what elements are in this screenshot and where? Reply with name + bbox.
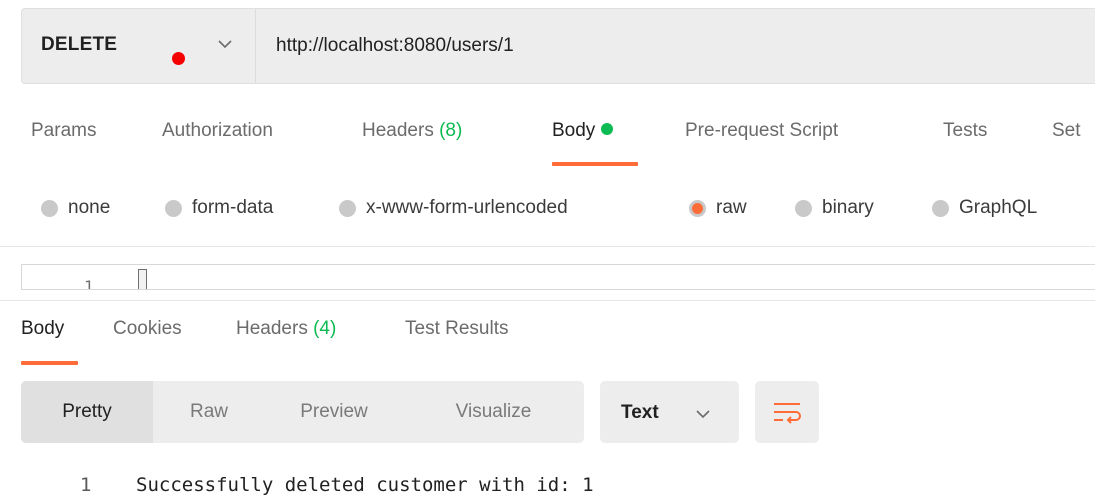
response-tabs: Body Cookies Headers (4) Test Results [0, 318, 1095, 368]
request-body-editor[interactable]: 1 [21, 264, 1095, 290]
radio-label: none [68, 197, 111, 218]
radio-circle-icon [795, 199, 812, 217]
radio-x-www-form-urlencoded[interactable]: x-www-form-urlencoded [339, 192, 568, 224]
radio-binary[interactable]: binary [795, 192, 874, 224]
radio-form-data[interactable]: form-data [165, 192, 273, 224]
format-label: Text [621, 402, 659, 423]
tab-label: Authorization [162, 120, 273, 141]
wrap-lines-button[interactable] [755, 381, 819, 443]
format-select[interactable]: Text [600, 381, 739, 443]
view-mode-switch: Pretty Raw Preview Visualize [21, 381, 584, 443]
view-pretty-button[interactable]: Pretty [21, 381, 153, 443]
divider [0, 300, 1095, 301]
unsaved-indicator-dot [172, 52, 185, 65]
tab-settings[interactable]: Set [1052, 120, 1081, 142]
radio-circle-icon [165, 199, 182, 217]
request-url-bar: DELETE http://localhost:8080/users/1 [21, 8, 1095, 84]
response-body-text: Successfully deleted customer with id: 1 [136, 474, 594, 496]
tab-label: Body [552, 120, 596, 141]
tab-authorization[interactable]: Authorization [162, 120, 273, 142]
radio-label: GraphQL [959, 197, 1038, 218]
radio-circle-icon [41, 199, 58, 217]
tab-pre-request-script[interactable]: Pre-request Script [685, 120, 838, 142]
tab-label: Set [1052, 120, 1081, 141]
tab-body[interactable]: Body [552, 120, 614, 142]
response-tab-test-results[interactable]: Test Results [405, 318, 508, 340]
divider [0, 246, 1095, 247]
radio-label: form-data [192, 197, 274, 218]
response-line-number: 1 [80, 474, 92, 496]
url-input[interactable]: http://localhost:8080/users/1 [276, 35, 514, 57]
response-tab-body[interactable]: Body [21, 318, 64, 340]
request-tabs: Params Authorization Headers (8) Body Pr… [0, 110, 1095, 170]
response-tab-cookies[interactable]: Cookies [113, 318, 182, 340]
wrap-lines-icon [774, 403, 801, 424]
active-tab-underline [552, 162, 638, 166]
tab-label: Headers [362, 120, 434, 141]
tab-count: (4) [313, 318, 337, 339]
response-tab-headers[interactable]: Headers (4) [236, 318, 336, 340]
view-visualize-button[interactable]: Visualize [403, 381, 584, 443]
radio-label: binary [822, 197, 874, 218]
editor-line-number: 1 [84, 277, 94, 290]
active-tab-underline [21, 361, 78, 365]
view-raw-button[interactable]: Raw [153, 381, 265, 443]
radio-raw[interactable]: raw [689, 192, 747, 224]
text-cursor-icon [138, 269, 147, 289]
tab-label: Params [31, 120, 97, 141]
body-type-options: none form-data x-www-form-urlencoded raw… [0, 192, 1095, 224]
radio-circle-icon [932, 199, 949, 217]
radio-circle-icon [339, 199, 356, 217]
body-indicator-dot [601, 123, 614, 135]
chevron-down-icon [696, 410, 710, 419]
tab-count: (8) [439, 120, 463, 141]
view-preview-button[interactable]: Preview [265, 381, 403, 443]
method-select[interactable]: DELETE [22, 9, 256, 83]
tab-label: Headers [236, 318, 308, 339]
radio-label: raw [716, 197, 747, 218]
radio-selected-icon [689, 199, 706, 217]
radio-label: x-www-form-urlencoded [366, 197, 568, 218]
method-label: DELETE [41, 34, 118, 55]
tab-label: Tests [943, 120, 988, 141]
tab-label: Pre-request Script [685, 120, 839, 141]
radio-none[interactable]: none [41, 192, 110, 224]
postman-request-window: DELETE http://localhost:8080/users/1 Par… [0, 0, 1095, 498]
tab-tests[interactable]: Tests [943, 120, 987, 142]
chevron-down-icon [218, 40, 232, 49]
radio-graphql[interactable]: GraphQL [932, 192, 1037, 224]
tab-headers[interactable]: Headers (8) [362, 120, 462, 142]
tab-params[interactable]: Params [31, 120, 96, 142]
